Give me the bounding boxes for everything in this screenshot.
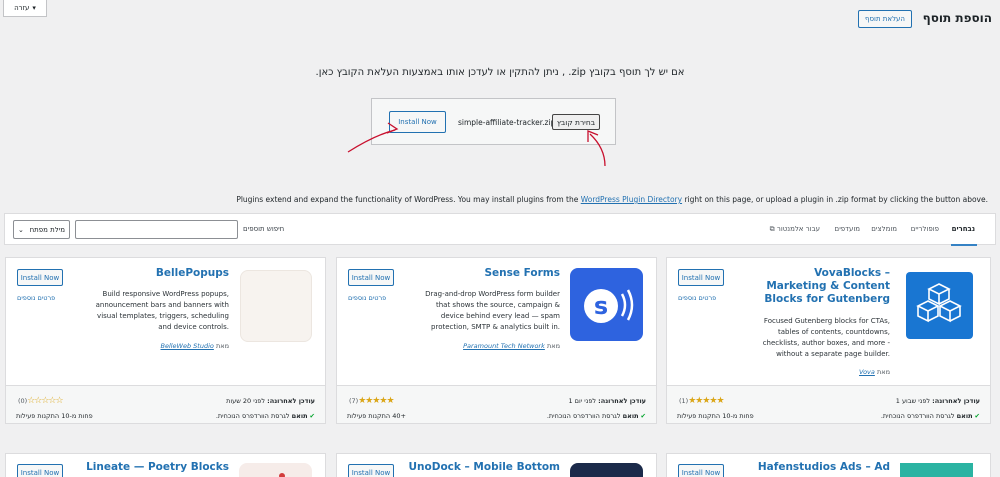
plugin-card-footer: (7)★★★★★ עודכן לאחרונה: לפני יום 1 +40 ה…: [337, 385, 656, 423]
help-label: עזרה: [14, 4, 30, 12]
external-link-icon: ⧉: [769, 225, 775, 233]
install-now-button[interactable]: Install Now: [17, 464, 63, 477]
intro-text: Plugins extend and expand the functional…: [236, 195, 988, 204]
plugin-title[interactable]: Lineate — Poetry Blocks: [69, 461, 229, 474]
last-updated: עודכן לאחרונה: לפני 20 שעות: [226, 397, 315, 405]
plugin-card-bellepopups: BellePopups Build responsive WordPress p…: [5, 257, 326, 424]
last-updated: עודכן לאחרונה: לפני שבוע 1: [895, 397, 980, 405]
compatibility: ✔תואם לגרסת הוורדפרס הנוכחית.: [546, 412, 646, 420]
rating-count: (0): [18, 397, 28, 405]
check-icon: ✔: [640, 412, 646, 420]
more-details-link[interactable]: פרטים נוספים: [348, 294, 386, 302]
last-updated: עודכן לאחרונה: לפני יום 1: [568, 397, 646, 405]
plugin-description: Build responsive WordPress popups, annou…: [95, 290, 229, 331]
check-icon: ✔: [974, 412, 980, 420]
search-label: חיפוש תוספים: [243, 225, 285, 233]
rating-count: (1): [679, 397, 689, 405]
plugin-author: מאת BelleWeb Studio: [160, 342, 229, 350]
active-installs: +40 התקנות פעילות: [347, 412, 406, 420]
chevron-down-icon: ⌄: [18, 225, 24, 234]
search-plugins-input[interactable]: [75, 220, 238, 239]
star-rating: (1)★★★★★: [679, 396, 725, 406]
search-type-label: מילת מפתח: [29, 225, 65, 234]
author-link[interactable]: Paramount Tech Network: [463, 342, 545, 350]
plugin-card-footer: (1)★★★★★ עודכן לאחרונה: לפני שבוע 1 פחות…: [667, 385, 990, 423]
more-details-link[interactable]: פרטים נוספים: [17, 294, 55, 302]
vovablocks-logo: [906, 272, 973, 339]
check-icon: ✔: [309, 412, 315, 420]
active-tab-indicator: [951, 244, 977, 246]
plugin-title[interactable]: Sense Forms: [420, 267, 560, 280]
lineate-logo-dot: [279, 473, 285, 477]
tab-popular[interactable]: פופולריים: [911, 225, 939, 233]
compatibility: ✔תואם לגרסת הוורדפרס הנוכחית.: [880, 412, 980, 420]
plugin-title[interactable]: Hafenstudios Ads – Ad: [730, 461, 890, 474]
plugin-title[interactable]: UnoDock – Mobile Bottom: [400, 461, 560, 474]
plugin-card-vovablocks: VovaBlocks – Marketing & Content Blocks …: [666, 257, 991, 424]
compatibility: ✔תואם לגרסת הוורדפרס הנוכחית.: [215, 412, 315, 420]
plugin-card-lineate: Lineate — Poetry Blocks Install Now: [5, 453, 326, 477]
help-tab[interactable]: ▾ עזרה: [3, 0, 47, 17]
star-rating: (0)☆☆☆☆☆: [18, 396, 64, 406]
install-now-button[interactable]: Install Now: [678, 269, 724, 286]
hafenstudios-logo: [900, 463, 973, 477]
plugin-title[interactable]: BellePopups: [89, 267, 229, 280]
tab-elementor[interactable]: עבור אלמנטור ⧉: [770, 225, 820, 234]
bellepopups-logo: [240, 270, 312, 342]
plugin-directory-link[interactable]: WordPress Plugin Directory: [581, 195, 682, 204]
lineate-logo: [239, 463, 312, 477]
plugin-filter-bar: נבחרים פופולריים מומלצים מועדפים עבור אל…: [4, 213, 996, 246]
plugin-author: מאת Vova: [859, 368, 890, 376]
install-now-button[interactable]: Install Now: [348, 464, 394, 477]
install-now-button[interactable]: Install Now: [17, 269, 63, 286]
plugin-card-hafenstudios: Hafenstudios Ads – Ad Install Now: [666, 453, 991, 477]
active-installs: פחות מ-10 התקנות פעילות: [16, 412, 93, 420]
tab-recommended[interactable]: מומלצים: [871, 225, 897, 233]
tab-featured[interactable]: נבחרים: [952, 225, 975, 233]
plugin-card-footer: (0)☆☆☆☆☆ עודכן לאחרונה: לפני 20 שעות פחו…: [6, 385, 325, 423]
author-link[interactable]: Vova: [859, 368, 875, 376]
plugin-title[interactable]: VovaBlocks – Marketing & Content Blocks …: [760, 267, 890, 306]
upload-description: אם יש לך תוסף בקובץ zip. , ניתן להתקין א…: [315, 67, 685, 78]
plugin-description: Focused Gutenberg blocks for CTAs, table…: [762, 317, 890, 358]
chevron-down-icon: ▾: [32, 4, 36, 12]
upload-plugin-button[interactable]: העלאת תוסף: [858, 10, 912, 28]
annotation-arrows: [347, 122, 606, 167]
author-link[interactable]: BelleWeb Studio: [160, 342, 213, 350]
page-title: הוספת תוסף: [922, 11, 992, 25]
unodock-logo: [570, 463, 643, 477]
plugin-card-unodock: UnoDock – Mobile Bottom Install Now: [336, 453, 657, 477]
tab-elementor-label: עבור אלמנטור: [776, 225, 820, 233]
star-rating: (7)★★★★★: [349, 396, 395, 406]
install-now-button[interactable]: Install Now: [678, 464, 724, 477]
tab-favorites[interactable]: מועדפים: [835, 225, 860, 233]
plugin-author: מאת Paramount Tech Network: [463, 342, 560, 350]
install-now-button[interactable]: Install Now: [348, 269, 394, 286]
more-details-link[interactable]: פרטים נוספים: [678, 294, 716, 302]
plugin-description: Drag-and-drop WordPress form builder tha…: [425, 290, 560, 331]
search-type-select[interactable]: מילת מפתח ⌄: [13, 220, 70, 239]
plugin-card-sense-forms: s Sense Forms Drag-and-drop WordPress fo…: [336, 257, 657, 424]
active-installs: פחות מ-10 התקנות פעילות: [677, 412, 754, 420]
rating-count: (7): [349, 397, 359, 405]
svg-text:s: s: [594, 292, 608, 320]
sense-forms-logo: s: [570, 268, 643, 341]
